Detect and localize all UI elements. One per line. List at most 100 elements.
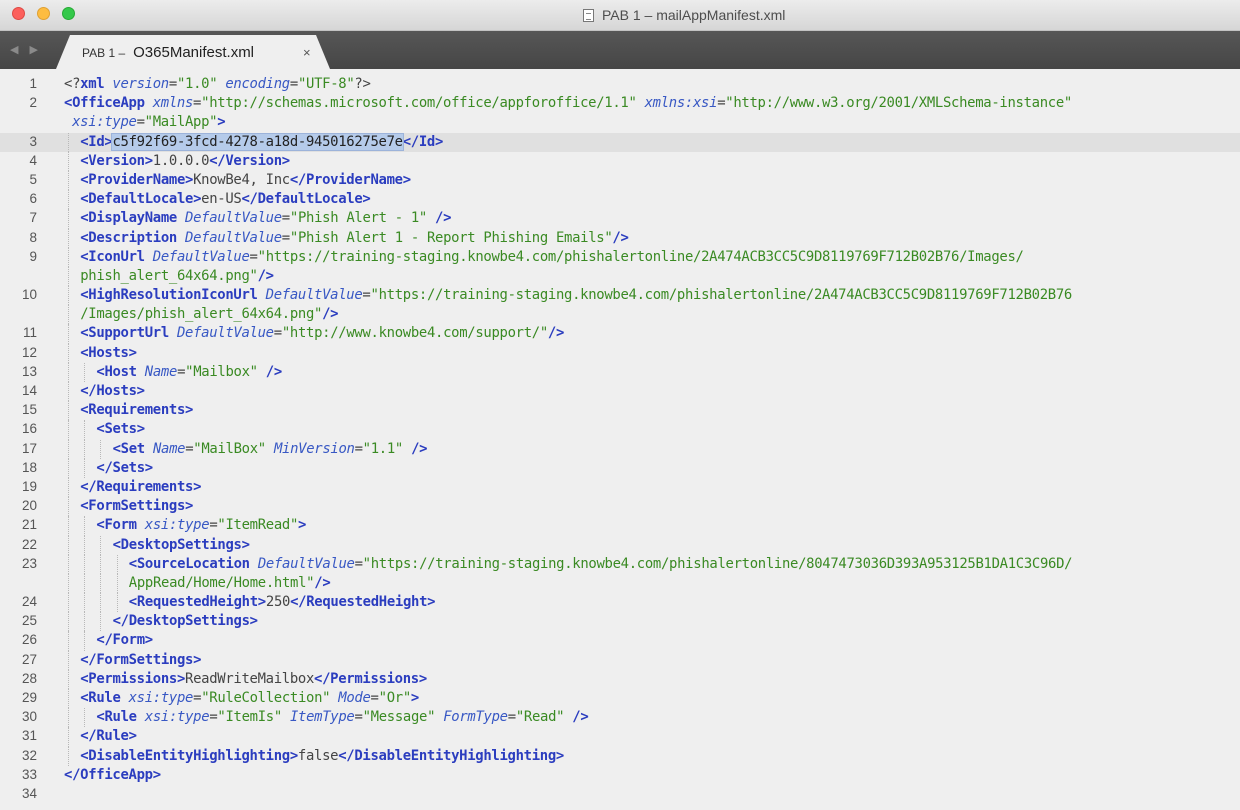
code-token: DefaultValue <box>152 248 250 265</box>
code-text: <Description DefaultValue="Phish Alert 1… <box>80 229 629 248</box>
code-text: <Rule xsi:type="ItemIs" ItemType="Messag… <box>96 708 588 727</box>
code-line-19[interactable]: 19 </Requirements> <box>0 477 1240 498</box>
code-line-25[interactable]: 25 </DesktopSettings> <box>0 612 1240 632</box>
code-token: /> <box>612 229 629 246</box>
code-text: </Sets> <box>96 459 153 478</box>
tab-o365manifest[interactable]: PAB 1 – O365Manifest.xml × <box>56 35 330 69</box>
code-token: "UTF-8" <box>297 76 355 92</box>
code-token: /> <box>572 709 589 726</box>
code-line-30[interactable]: 30 <Rule xsi:type="ItemIs" ItemType="Mess… <box>0 708 1240 728</box>
code-token: </DesktopSettings> <box>112 613 258 630</box>
indent-guide <box>116 573 118 594</box>
code-line-31[interactable]: 31 </Rule> <box>0 727 1240 747</box>
code-text: xsi:type="MailApp"> <box>64 113 226 132</box>
indent-guide <box>68 420 69 440</box>
code-token: xmlns <box>152 95 194 112</box>
code-token: <Host <box>96 363 137 380</box>
code-line-28[interactable]: 28 <Permissions>ReadWriteMailbox</Permiss… <box>0 669 1240 689</box>
code-line-12[interactable]: 12 <Hosts> <box>0 343 1240 363</box>
code-line-17[interactable]: 17 <Set Name="MailBox" MinVersion="1.1" /… <box>0 439 1240 459</box>
code-token: "1.1" <box>362 440 404 457</box>
window-title: PAB 1 – mailAppManifest.xml <box>583 6 785 24</box>
tab-close-icon[interactable]: × <box>303 45 311 60</box>
code-token: </OfficeApp> <box>64 766 161 783</box>
code-token: DefaultValue <box>185 210 282 227</box>
code-line-7[interactable]: 7 <DisplayName DefaultValue="Phish Alert … <box>0 209 1240 229</box>
code-line-33[interactable]: 33 </OfficeApp> <box>0 766 1240 785</box>
code-token: xsi:type <box>144 709 210 726</box>
zoom-window-button[interactable] <box>62 7 75 20</box>
line-number: 31 <box>21 728 37 744</box>
code-line-22[interactable]: 22 <DesktopSettings> <box>0 535 1240 555</box>
code-line-wrap[interactable]: xsi:type="MailApp"> <box>0 113 1240 132</box>
code-line-5[interactable]: 5 <ProviderName>KnowBe4, Inc</ProviderNam… <box>0 170 1240 191</box>
tab-nav-arrows-icon[interactable]: ◀ ▶ <box>10 43 42 56</box>
code-token: = <box>193 690 202 706</box>
code-token: ItemType <box>289 709 355 726</box>
code-token: </Id> <box>402 133 444 150</box>
code-line-23[interactable]: 23 <SourceLocation DefaultValue="https://… <box>0 554 1240 574</box>
code-token: <Requirements> <box>80 402 194 419</box>
code-line-29[interactable]: 29 <Rule xsi:type="RuleCollection" Mode="… <box>0 689 1240 709</box>
code-token: = <box>362 287 371 304</box>
code-text: <DisableEntityHighlighting>false</Disabl… <box>80 747 564 766</box>
code-token: KnowBe4, Inc <box>193 171 290 188</box>
title-bar[interactable]: PAB 1 – mailAppManifest.xml <box>0 0 1240 31</box>
code-line-1[interactable]: 1 <?xml version="1.0" encoding="UTF-8"?> <box>0 75 1240 94</box>
code-token: <FormSettings> <box>80 498 194 515</box>
indent-guide <box>100 439 102 459</box>
document-icon <box>583 8 594 22</box>
code-token: <RequestedHeight> <box>128 594 266 611</box>
code-token: <Permissions> <box>80 670 186 687</box>
close-window-button[interactable] <box>12 7 25 20</box>
minimize-window-button[interactable] <box>37 7 50 20</box>
code-line-8[interactable]: 8 <Description DefaultValue="Phish Alert … <box>0 228 1240 248</box>
code-line-16[interactable]: 16 <Sets> <box>0 420 1240 440</box>
indent-guide <box>68 669 69 689</box>
code-token: </FormSettings> <box>80 651 202 668</box>
code-line-wrap[interactable]: /Images/phish_alert_64x64.png"/> <box>0 305 1240 325</box>
code-token: </Requirements> <box>80 478 202 495</box>
indent-guide <box>84 612 86 632</box>
code-line-wrap[interactable]: phish_alert_64x64.png"/> <box>0 266 1240 287</box>
code-token: FormType <box>443 709 508 726</box>
line-number: 9 <box>29 248 37 264</box>
code-line-24[interactable]: 24 <RequestedHeight>250</RequestedHeight> <box>0 593 1240 613</box>
code-line-18[interactable]: 18 </Sets> <box>0 458 1240 478</box>
indent-guide <box>68 497 69 517</box>
code-text: </OfficeApp> <box>64 766 161 785</box>
indent-guide <box>68 305 69 325</box>
selected-text: c5f92f69-3fcd-4278-a18d-945016275e7e <box>111 132 404 151</box>
code-line-9[interactable]: 9 <IconUrl DefaultValue="https://training… <box>0 247 1240 267</box>
code-line-13[interactable]: 13 <Host Name="Mailbox" /> <box>0 362 1240 382</box>
code-line-3[interactable]: 3 <Id>c5f92f69-3fcd-4278-a18d-945016275e7… <box>0 132 1240 152</box>
code-line-32[interactable]: 32 <DisableEntityHighlighting>false</Disa… <box>0 746 1240 766</box>
indent-guide <box>68 650 69 670</box>
code-token: encoding <box>225 76 290 92</box>
code-line-6[interactable]: 6 <DefaultLocale>en-US</DefaultLocale> <box>0 190 1240 210</box>
line-number: 12 <box>21 344 37 360</box>
code-token: "https://training-staging.knowbe4.com/ph… <box>370 287 1073 304</box>
code-line-2[interactable]: 2 <OfficeApp xmlns="http://schemas.micros… <box>0 94 1240 113</box>
code-token: = <box>193 95 202 112</box>
code-line-10[interactable]: 10 <HighResolutionIconUrl DefaultValue="h… <box>0 286 1240 306</box>
indent-guide <box>84 593 86 613</box>
code-line-14[interactable]: 14 </Hosts> <box>0 382 1240 402</box>
code-line-21[interactable]: 21 <Form xsi:type="ItemRead"> <box>0 516 1240 536</box>
code-line-15[interactable]: 15 <Requirements> <box>0 401 1240 421</box>
code-editor[interactable]: 1 <?xml version="1.0" encoding="UTF-8"?> 2… <box>0 75 1240 810</box>
code-token: <Description <box>80 229 177 246</box>
code-line-34[interactable]: 34 <box>0 785 1240 804</box>
indent-guide <box>100 535 102 555</box>
code-token: xsi:type <box>128 690 194 706</box>
code-token: <HighResolutionIconUrl <box>80 287 258 304</box>
code-line-20[interactable]: 20 <FormSettings> <box>0 497 1240 517</box>
code-line-4[interactable]: 4 <Version>1.0.0.0</Version> <box>0 151 1240 171</box>
code-line-wrap[interactable]: AppRead/Home/Home.html"/> <box>0 573 1240 594</box>
code-line-26[interactable]: 26 </Form> <box>0 631 1240 651</box>
indent-guide <box>68 132 69 152</box>
code-line-27[interactable]: 27 </FormSettings> <box>0 650 1240 670</box>
code-line-11[interactable]: 11 <SupportUrl DefaultValue="http://www.k… <box>0 324 1240 344</box>
